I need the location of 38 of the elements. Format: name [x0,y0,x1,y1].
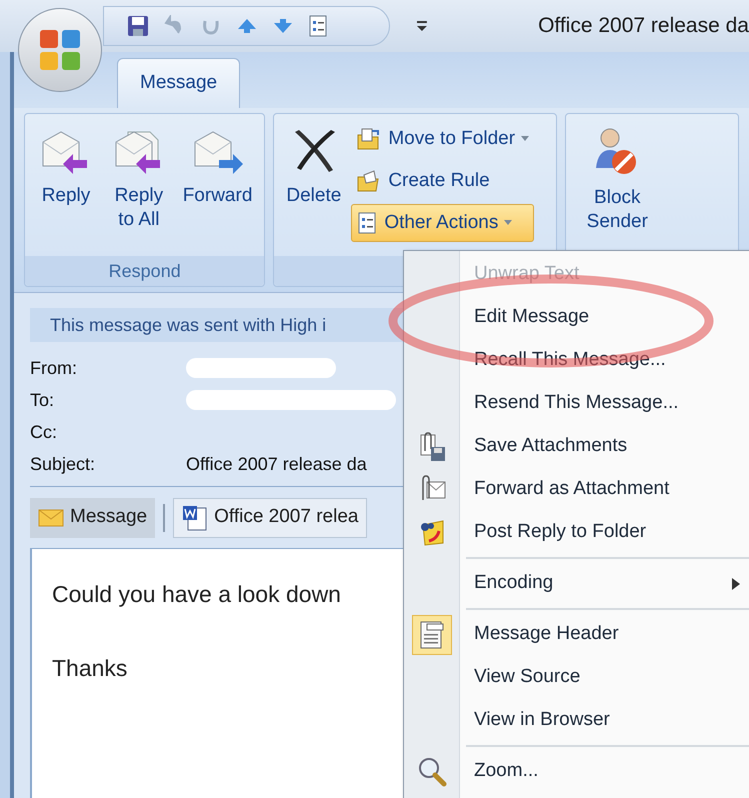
menu-item[interactable]: Message Header [404,613,749,656]
window-title: Office 2007 release da [538,13,749,40]
group-label: Respond [108,260,181,283]
ribbon-button[interactable]: Forward [178,126,256,208]
subject-value: Office 2007 release da [186,452,367,476]
field-label: To: [30,388,56,412]
attachment-tab[interactable]: Office 2007 relea [173,498,368,538]
menu-item[interactable]: Save Attachments [404,425,749,468]
ribbon-button[interactable]: Delete [282,126,346,208]
menu-item[interactable]: View in Browser [404,699,749,742]
ribbon-tab[interactable]: Message [117,58,240,108]
body-text: Could you have a look down [52,580,341,609]
ribbon-button[interactable]: Reply [33,126,99,208]
body-text: Thanks [52,654,128,683]
envelope-icon [38,508,64,528]
menu-item[interactable]: Encoding [404,562,749,605]
menu-item[interactable]: View Source [404,656,749,699]
menu-item[interactable]: Zoom... [404,750,749,793]
magnifier-icon [417,756,447,788]
menu-item[interactable]: Resend This Message... [404,382,749,425]
list-page-icon [356,211,378,235]
message-tab[interactable]: Message [30,498,156,538]
ribbon-button[interactable]: Reply to All [105,126,173,232]
menu-item[interactable]: Post Reply to Folder [404,511,749,554]
save-icon[interactable] [126,14,150,38]
ribbon-button[interactable]: Create Rule [351,162,534,200]
field-label: From: [30,356,78,380]
word-document-icon [182,504,208,532]
office-logo-icon [38,28,82,72]
customize-toolbar-icon[interactable] [416,19,428,33]
ribbon-button[interactable]: Move to Folder [351,120,534,158]
field-label: Subject: [30,452,96,476]
ribbon-button[interactable]: Block Sender [574,126,660,234]
list-page-icon[interactable] [308,14,328,38]
ribbon-button[interactable]: Other Actions [351,204,534,242]
submenu-arrow-icon [732,578,740,590]
menu-item[interactable]: Forward as Attachment [404,468,749,511]
field-label: Cc: [30,420,58,444]
